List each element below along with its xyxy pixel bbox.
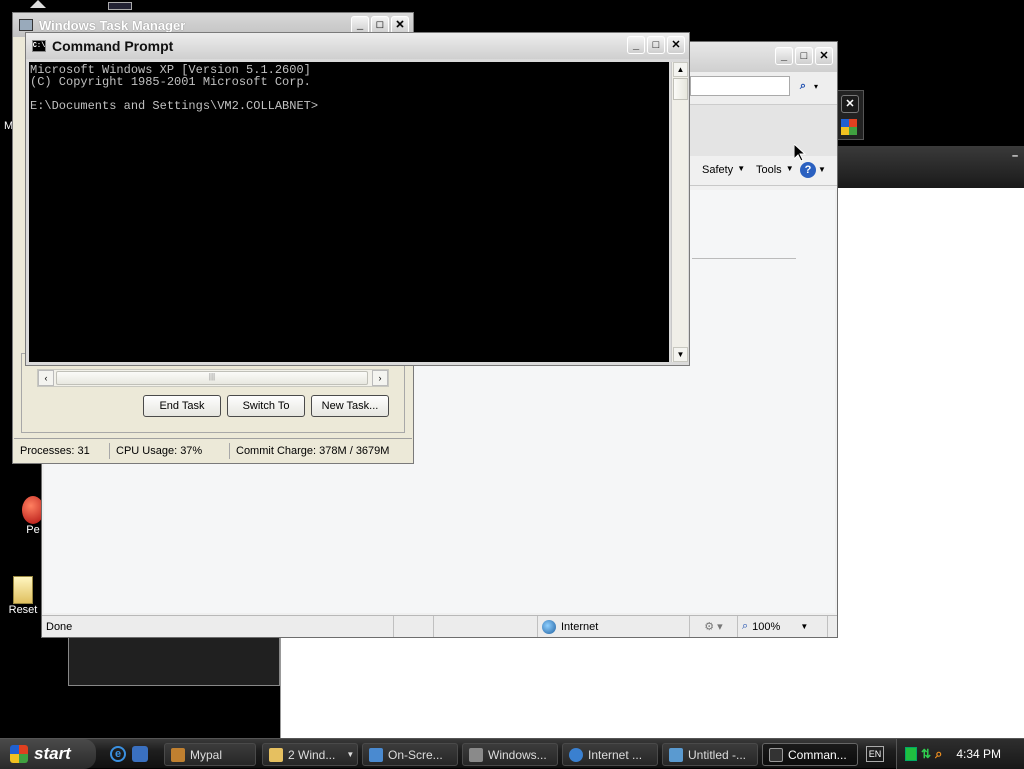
desktop-icon-reset[interactable]: Reset [6,576,40,616]
network-icon[interactable] [905,747,917,761]
clock[interactable]: 4:34 PM [956,747,1001,761]
help-dropdown-icon[interactable]: ▼ [818,165,826,174]
tray-arrows-icon[interactable]: ⇅ [921,747,931,761]
processes-count: Processes: 31 [14,442,110,459]
quicklaunch-ie-icon[interactable]: e [110,746,126,762]
taskbar-item-windows-group[interactable]: 2 Wind... ▼ [262,743,358,766]
cpu-usage: CPU Usage: 37% [110,442,230,459]
task-label: Untitled -... [688,747,747,762]
task-label: Internet ... [588,747,643,762]
windows-flag-icon [841,119,857,135]
zoom-level: 100% [752,620,781,633]
mypal-icon [171,747,185,762]
task-manager-statusbar: Processes: 31 CPU Usage: 37% Commit Char… [14,438,412,462]
safety-label: Safety [702,164,734,176]
protected-mode-icon[interactable]: ⚙ ▾ [690,616,738,637]
zoom-icon: ⌕ [742,620,749,632]
keyboard-icon [369,747,383,762]
background-small-window [68,636,280,686]
console-output[interactable]: Microsoft Windows XP [Version 5.1.2600](… [29,62,669,362]
maximize-button[interactable]: □ [647,36,665,54]
minimize-button[interactable]: _ [627,36,645,54]
globe-icon [542,619,556,634]
taskmgr-icon [469,747,483,762]
search-input[interactable] [690,76,790,96]
start-label: start [34,743,71,763]
search-icon[interactable]: ⌕ [794,76,812,96]
desktop-icon-label: Reset [8,604,38,616]
chevron-down-icon: ▼ [785,164,794,173]
scroll-down-icon[interactable]: ▼ [673,347,688,362]
window-title: Windows Task Manager [39,17,186,33]
desktop-arrow-icon [30,0,46,8]
cmd-icon: C:\ [32,40,46,52]
tools-label: Tools [756,164,782,176]
start-button[interactable]: start [0,738,96,769]
scroll-right-icon[interactable]: › [372,370,388,386]
horizontal-scrollbar[interactable]: ‹ ||| › [37,369,389,387]
windows-logo-icon [10,744,28,763]
taskbar: start e Mypal 2 Wind... ▼ On-Scre... Win… [0,738,1024,769]
new-task-button[interactable]: New Task... [311,395,389,417]
close-icon[interactable]: ✕ [841,95,859,113]
chevron-down-icon: ▼ [346,750,355,759]
command-prompt-window: C:\ Command Prompt _ □ ✕ Microsoft Windo… [25,32,690,366]
quicklaunch-app-icon[interactable] [132,746,148,762]
status-segment [434,616,538,637]
vertical-scrollbar[interactable]: ▲ ▼ [671,62,688,362]
taskbar-item-mypal[interactable]: Mypal [164,743,256,766]
scroll-left-icon[interactable]: ‹ [38,370,54,386]
tools-menu[interactable]: Tools ▼ [756,164,794,176]
command-prompt-titlebar[interactable]: C:\ Command Prompt _ □ ✕ [26,33,689,59]
close-button[interactable]: ✕ [667,36,685,54]
search-dropdown-icon[interactable]: ▾ [814,76,826,96]
background-dark-window: ✕ [836,90,864,140]
status-text: Done [42,616,394,637]
mouse-cursor-icon [793,142,807,165]
taskbar-item-onscreen-keyboard[interactable]: On-Scre... [362,743,458,766]
ie-statusbar: Done Internet ⚙ ▾ ⌕ 100% ▼ [42,615,837,637]
search-tray-icon[interactable]: ⌕ [935,746,942,762]
task-label: Mypal [190,747,223,762]
commit-charge: Commit Charge: 378M / 3679M [236,444,390,457]
close-button[interactable]: ✕ [815,47,833,65]
reset-app-icon [13,576,33,604]
zone-label: Internet [561,620,599,633]
taskbar-item-notepad[interactable]: Untitled -... [662,743,758,766]
minimize-icon[interactable]: – [1012,150,1024,164]
task-label: On-Scre... [388,747,443,762]
scroll-up-icon[interactable]: ▲ [673,62,688,77]
console-prompt-line: E:\Documents and Settings\VM2.COLLABNET> [30,99,319,113]
status-segment [394,616,434,637]
safety-menu[interactable]: Safety ▼ [702,164,745,176]
switch-to-button[interactable]: Switch To [227,395,305,417]
taskbar-item-internet-explorer[interactable]: Internet ... [562,743,658,766]
task-label: Windows... [488,747,547,762]
desktop-icon-top[interactable] [108,2,132,10]
cmd-icon [769,747,783,762]
zoom-control[interactable]: ⌕ 100% ▼ [738,616,828,637]
taskbar-item-command-prompt[interactable]: Comman... [762,743,858,766]
task-label: Comman... [788,747,847,762]
task-label: 2 Wind... [288,747,336,762]
ie-icon [569,747,583,762]
scroll-thumb[interactable]: ||| [56,371,368,385]
chevron-down-icon: ▼ [800,622,809,631]
taskbar-item-task-manager[interactable]: Windows... [462,743,558,766]
content-divider [692,258,796,259]
window-title: Command Prompt [52,38,174,54]
notepad-icon [669,747,683,762]
minimize-button[interactable]: _ [775,47,793,65]
maximize-button[interactable]: □ [795,47,813,65]
zone-indicator[interactable]: Internet [538,616,690,637]
system-tray: ⇅ ⌕ 4:34 PM [896,739,1024,769]
taskmgr-icon [19,19,33,31]
chevron-down-icon: ▼ [737,164,746,173]
scroll-thumb[interactable] [673,78,688,100]
language-indicator[interactable]: EN [866,746,884,762]
console-line: (C) Copyright 1985-2001 Microsoft Corp. [30,75,311,89]
folder-icon [269,747,283,762]
end-task-button[interactable]: End Task [143,395,221,417]
